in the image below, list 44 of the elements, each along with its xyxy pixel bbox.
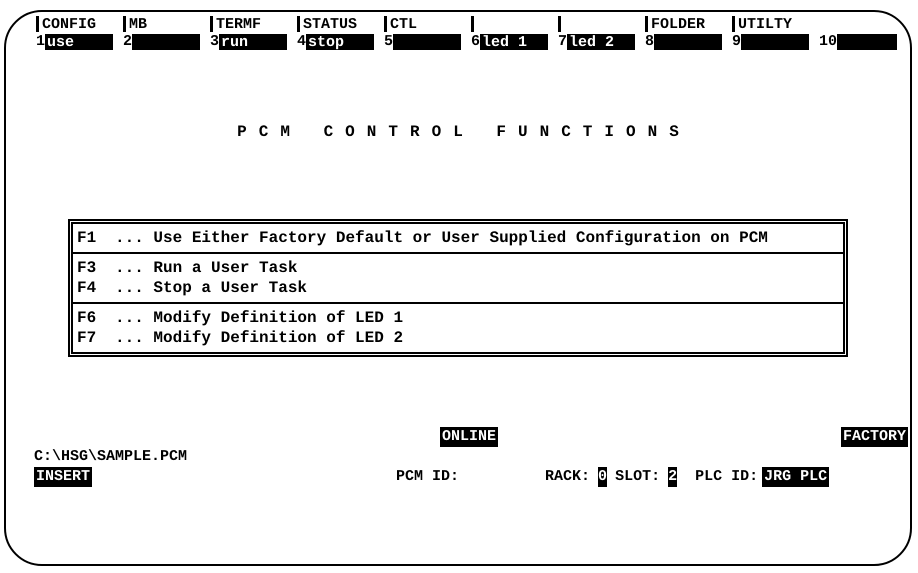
group-divider — [558, 16, 564, 32]
plc-id-label: PLC ID: — [695, 467, 758, 487]
config-source-status: FACTORY — [840, 427, 908, 447]
menu-item-description: ... Modify Definition of LED 2 — [115, 328, 404, 348]
rack-value: 0 — [598, 467, 608, 487]
screen-title: PCM CONTROL FUNCTIONS — [236, 122, 691, 143]
softkey[interactable] — [837, 34, 898, 50]
softkey[interactable] — [741, 34, 810, 50]
menu-item-description: ... Run a User Task — [115, 258, 298, 278]
key-number: 10 — [819, 33, 838, 50]
function-key[interactable]: F1 — [77, 228, 115, 248]
function-key[interactable]: F6 — [77, 308, 115, 328]
menu-item-description: ... Modify Definition of LED 1 — [115, 308, 404, 328]
softkey[interactable]: led 2 — [567, 34, 636, 50]
connection-status: ONLINE — [440, 427, 498, 447]
key-number: 9 — [732, 33, 742, 50]
pcm-id-label: PCM ID: — [396, 467, 460, 487]
menu-item-description: ... Stop a User Task — [115, 278, 308, 298]
function-key[interactable]: F7 — [77, 328, 115, 348]
group-divider — [471, 16, 477, 32]
function-key[interactable]: F4 — [77, 278, 115, 298]
key-number: 5 — [384, 33, 394, 50]
softkey[interactable]: led 1 — [480, 34, 548, 50]
file-path: C:\HSG\SAMPLE.PCM — [34, 447, 188, 467]
key-number: 7 — [558, 33, 568, 50]
softkey[interactable]: stop — [306, 34, 374, 50]
softkey[interactable]: use — [45, 34, 114, 50]
key-number: 1 — [36, 33, 46, 50]
plc-id-value: JRG PLC — [762, 467, 830, 487]
softkey[interactable] — [132, 34, 200, 50]
edit-mode-status: INSERT — [34, 467, 92, 487]
key-number: 3 — [210, 33, 220, 50]
key-number: 2 — [123, 33, 132, 50]
softkey[interactable]: run — [219, 34, 288, 50]
menu-item-description: ... Use Either Factory Default or User Supplied Configuration on PCM — [115, 228, 768, 248]
key-number: 4 — [297, 33, 306, 50]
key-number: 8 — [645, 33, 654, 50]
softkey[interactable] — [393, 34, 462, 50]
function-key[interactable]: F3 — [77, 258, 115, 278]
slot-value: 2 — [668, 467, 678, 487]
softkey[interactable] — [654, 34, 722, 50]
rack-label: RACK: — [545, 467, 590, 487]
key-number: 6 — [471, 33, 480, 50]
slot-label: SLOT: — [615, 467, 660, 487]
